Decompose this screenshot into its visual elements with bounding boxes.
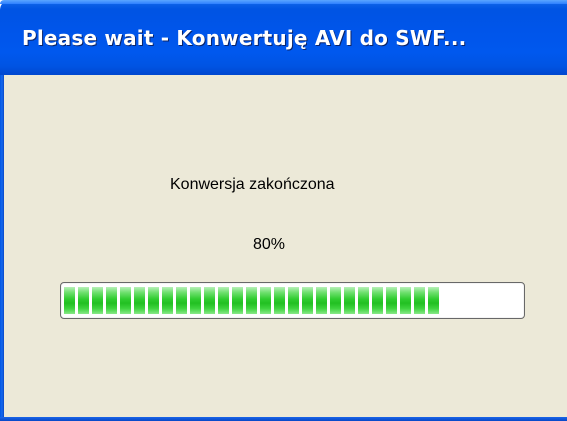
title-bar[interactable]: Please wait - Konwertuję AVI do SWF... [0,0,567,75]
progress-bar-segments [64,287,439,314]
window-frame-bottom [0,417,567,421]
progress-dialog-window: Please wait - Konwertuję AVI do SWF... K… [0,0,567,421]
percent-label: 80% [253,236,286,253]
window-title: Please wait - Konwertuję AVI do SWF... [22,26,467,50]
status-label: Konwersja zakończona [170,176,335,193]
title-bar-highlight [0,0,567,4]
dialog-client-area [4,75,567,417]
progress-bar [60,282,525,319]
